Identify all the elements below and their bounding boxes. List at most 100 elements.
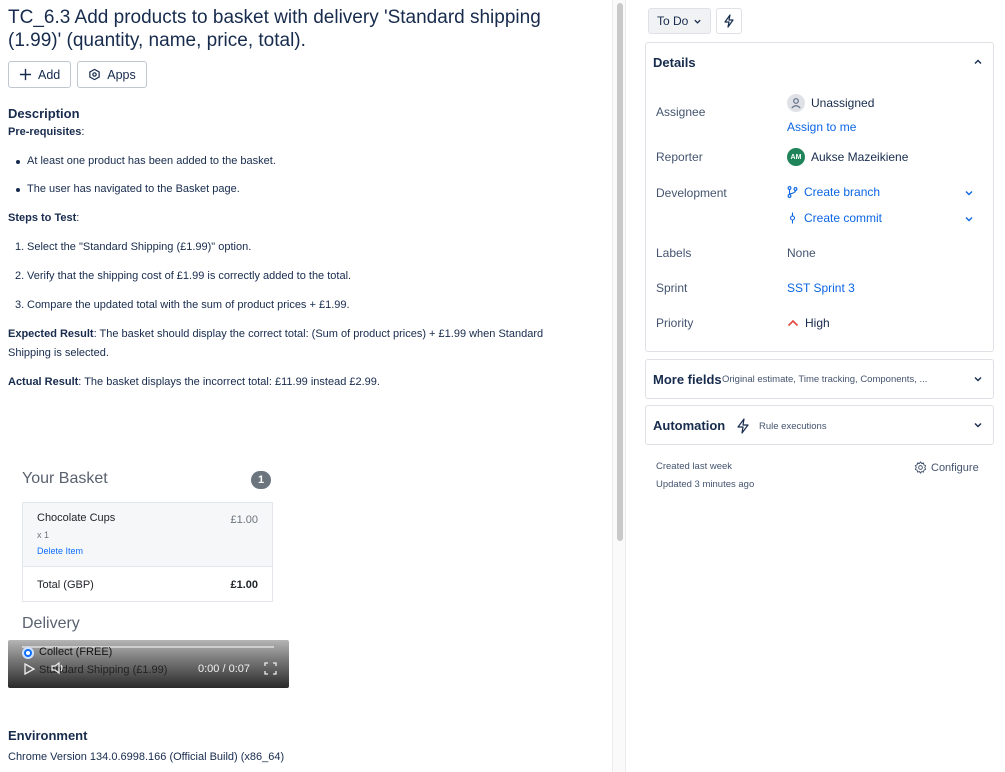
assignee-label: Assignee <box>656 105 706 119</box>
assign-to-me-link[interactable]: Assign to me <box>787 120 856 134</box>
priority-high-icon <box>787 319 799 327</box>
plus-icon <box>19 68 32 81</box>
gear-icon <box>914 461 927 474</box>
video-controls[interactable]: Collect (FREE) Standard Shipping (£1.99)… <box>8 640 289 688</box>
issue-main-panel: TC_6.3 Add products to basket with deliv… <box>0 0 612 772</box>
basket-item-price: £1.00 <box>230 514 258 526</box>
actual-text: : The basket displays the incorrect tota… <box>78 376 380 388</box>
add-button[interactable]: Add <box>8 61 72 88</box>
create-commit-link[interactable]: Create commit <box>787 211 882 225</box>
delivery-option-collect: Collect (FREE) <box>39 646 113 658</box>
description-heading: Description <box>8 106 80 121</box>
priority-label: Priority <box>656 316 694 330</box>
lightning-bolt-icon <box>737 418 749 434</box>
reporter-label: Reporter <box>656 150 703 164</box>
more-fields-panel[interactable]: More fields Original estimate, Time trac… <box>645 359 994 399</box>
steps-line: Steps to Test: <box>8 210 79 227</box>
automation-button[interactable] <box>716 8 742 34</box>
expected-label: Expected Result <box>8 328 94 340</box>
play-icon[interactable] <box>22 662 36 676</box>
bullet-dot <box>16 160 20 164</box>
step-item: Compare the updated total with the sum o… <box>27 299 350 311</box>
step-item: Verify that the shipping cost of £1.99 i… <box>27 270 352 282</box>
basket-title: Your Basket <box>22 470 108 487</box>
actual-label: Actual Result <box>8 376 79 388</box>
apps-icon <box>89 68 100 81</box>
status-dropdown[interactable]: To Do <box>648 8 712 34</box>
reporter-value[interactable]: AM Aukse Mazeikiene <box>787 148 908 166</box>
volume-icon[interactable] <box>50 661 66 675</box>
prereq-label: Pre-requisites <box>8 126 82 138</box>
sprint-label: Sprint <box>656 281 688 295</box>
step-number: 2. <box>15 270 25 282</box>
issue-action-row: Add Apps <box>8 61 147 88</box>
status-label: To Do <box>657 14 689 28</box>
commit-icon <box>789 212 796 224</box>
lightning-bolt-icon <box>724 14 734 28</box>
add-button-label: Add <box>38 67 61 82</box>
environment-value[interactable]: Chrome Version 134.0.6998.166 (Official … <box>8 751 284 763</box>
priority-name: High <box>805 316 830 330</box>
create-branch-link[interactable]: Create branch <box>787 185 880 199</box>
branch-icon <box>787 186 798 198</box>
create-commit-label: Create commit <box>804 211 883 225</box>
basket-item-qty: x 1 <box>37 530 50 540</box>
environment-heading: Environment <box>8 728 88 743</box>
basket-total-value: £1.00 <box>230 579 258 591</box>
chevron-down-icon[interactable] <box>973 420 983 430</box>
issue-title[interactable]: TC_6.3 Add products to basket with deliv… <box>8 6 598 52</box>
configure-button[interactable]: Configure <box>914 461 979 474</box>
reporter-name: Aukse Mazeikiene <box>811 150 909 164</box>
development-label: Development <box>656 186 727 200</box>
chevron-down-icon[interactable] <box>964 214 974 224</box>
assignee-value[interactable]: Unassigned <box>787 94 874 112</box>
expected-result-line-2: Shipping is selected. <box>8 347 109 359</box>
delivery-heading: Delivery <box>22 615 80 632</box>
created-timestamp: Created last week <box>656 461 733 472</box>
expected-text: : The basket should display the correct … <box>93 328 544 340</box>
steps-label: Steps to Test <box>8 212 77 224</box>
basket-delete-item-link: Delete Item <box>37 546 84 556</box>
reporter-avatar: AM <box>787 148 805 166</box>
configure-label: Configure <box>931 461 979 474</box>
automation-heading: Automation <box>653 418 726 433</box>
steps-colon: : <box>76 212 80 224</box>
more-fields-heading: More fields <box>653 372 722 387</box>
step-number: 1. <box>15 241 25 253</box>
main-scrollbar[interactable] <box>612 0 626 772</box>
bullet-dot <box>16 188 20 192</box>
rule-executions-label: Rule executions <box>759 421 827 432</box>
labels-label: Labels <box>656 246 692 260</box>
updated-timestamp: Updated 3 minutes ago <box>656 479 755 490</box>
prereq-colon: : <box>81 126 85 138</box>
automation-panel[interactable]: Automation Rule executions <box>645 405 994 445</box>
more-fields-summary: Original estimate, Time tracking, Compon… <box>722 374 928 385</box>
fullscreen-icon[interactable] <box>264 662 277 675</box>
chevron-up-icon[interactable] <box>973 57 983 67</box>
create-branch-label: Create branch <box>804 185 881 199</box>
apps-button-label: Apps <box>107 67 136 82</box>
basket-item-name: Chocolate Cups <box>37 512 116 524</box>
actual-result-line: Actual Result: The basket displays the i… <box>8 374 380 391</box>
step-number: 3. <box>15 299 25 311</box>
prereq-item: At least one product has been added to t… <box>27 155 276 167</box>
basket-item: Chocolate Cups x 1 Delete Item £1.00 <box>23 503 272 567</box>
labels-value[interactable]: None <box>787 246 816 260</box>
prereq-item: The user has navigated to the Basket pag… <box>27 183 240 195</box>
sprint-value-link[interactable]: SST Sprint 3 <box>787 281 855 295</box>
apps-button[interactable]: Apps <box>77 61 147 88</box>
radio-collect <box>22 647 34 659</box>
details-heading[interactable]: Details <box>653 55 696 70</box>
priority-value[interactable]: High <box>787 316 830 330</box>
expected-result-line: Expected Result: The basket should displ… <box>8 326 543 343</box>
video-time: 0:00 / 0:07 <box>198 663 250 675</box>
chevron-down-icon[interactable] <box>964 188 974 198</box>
chevron-down-icon[interactable] <box>973 374 983 384</box>
basket-total-label: Total (GBP) <box>37 579 94 591</box>
scrollbar-thumb[interactable] <box>617 3 623 541</box>
prereq-line: Pre-requisites: <box>8 124 84 141</box>
issue-sidebar: To Do Details Assignee Unassigned Assign… <box>626 0 1005 772</box>
user-avatar-icon <box>787 94 805 112</box>
basket-screenshot-attachment[interactable]: Your Basket 1 Chocolate Cups x 1 Delete … <box>8 460 298 690</box>
assignee-name: Unassigned <box>811 96 875 110</box>
